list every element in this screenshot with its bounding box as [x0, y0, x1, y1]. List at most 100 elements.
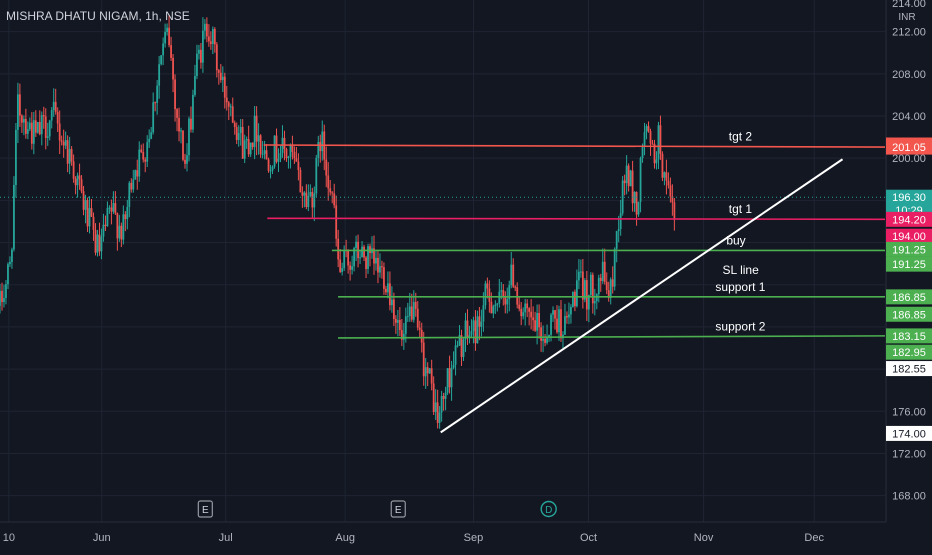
candle-body[interactable] [452, 364, 455, 368]
candle-body[interactable] [647, 126, 650, 132]
price-chart[interactable]: tgt 2 tgt 1 buy support 1 support 2 SL line 1… [0, 0, 932, 550]
candle-body[interactable] [655, 159, 658, 164]
candle-body[interactable] [540, 327, 542, 341]
candle-body[interactable] [490, 301, 493, 314]
candle-body[interactable] [627, 165, 630, 187]
candle-body[interactable] [422, 342, 425, 377]
candle-body[interactable] [11, 249, 13, 263]
candle-body[interactable] [534, 320, 537, 331]
candle-body[interactable] [355, 241, 357, 249]
candle-body[interactable] [140, 149, 143, 152]
price-axis[interactable]: 168.00 172.00 176.00 200.00 204.00 208.00 212.… [885, 0, 932, 550]
candle-body[interactable] [381, 266, 383, 268]
candle-body[interactable] [325, 159, 328, 176]
candle-body[interactable] [211, 29, 214, 44]
candle-body[interactable] [470, 331, 473, 336]
candle-body[interactable] [347, 250, 350, 266]
candle-body[interactable] [144, 159, 147, 162]
candle-body[interactable] [74, 178, 77, 186]
candle-body[interactable] [164, 32, 167, 44]
candle-body[interactable] [599, 277, 602, 281]
candle-body[interactable] [205, 23, 208, 37]
candle-body[interactable] [542, 338, 544, 341]
candle-body[interactable] [363, 246, 365, 258]
candle-body[interactable] [361, 246, 363, 258]
candle-body[interactable] [309, 191, 312, 196]
candle-body[interactable] [631, 170, 634, 204]
candle-body[interactable] [548, 334, 550, 337]
candle-body[interactable] [460, 335, 463, 358]
candle-body[interactable] [24, 118, 27, 134]
candle-body[interactable] [317, 141, 320, 158]
candle-body[interactable] [639, 157, 642, 202]
candle-body[interactable] [100, 236, 103, 252]
candle-body[interactable] [52, 101, 55, 111]
candle-body[interactable] [315, 157, 318, 194]
candle-body[interactable] [351, 266, 354, 270]
candle-body[interactable] [327, 175, 330, 189]
candle-body[interactable] [263, 150, 266, 154]
candle-body[interactable] [603, 261, 606, 282]
candle-body[interactable] [484, 283, 487, 306]
candle-body[interactable] [593, 301, 596, 304]
candle-body[interactable] [577, 271, 580, 281]
candle-body[interactable] [424, 367, 427, 377]
candle-body[interactable] [231, 106, 234, 123]
candle-body[interactable] [249, 142, 252, 155]
candle-body[interactable] [597, 277, 600, 295]
candle-body[interactable] [26, 129, 29, 134]
candle-body[interactable] [235, 127, 238, 140]
candle-body[interactable] [108, 207, 111, 209]
candle-body[interactable] [273, 135, 276, 167]
candle-body[interactable] [572, 291, 574, 307]
candle-body[interactable] [54, 101, 57, 112]
candle-body[interactable] [142, 151, 145, 160]
candle-body[interactable] [160, 55, 163, 65]
candle-body[interactable] [44, 116, 47, 138]
candle-body[interactable] [68, 149, 71, 164]
candle-body[interactable] [56, 111, 59, 124]
candle-body[interactable] [313, 193, 316, 208]
candle-body[interactable] [180, 130, 182, 132]
candle-body[interactable] [434, 402, 437, 412]
candle-body[interactable] [579, 271, 582, 273]
candle-body[interactable] [625, 165, 628, 184]
candle-body[interactable] [301, 192, 304, 196]
candle-body[interactable] [558, 309, 560, 333]
candle-body[interactable] [178, 117, 180, 132]
candle-body[interactable] [70, 149, 73, 162]
candle-body[interactable] [84, 200, 87, 210]
candle-body[interactable] [114, 203, 117, 214]
candle-body[interactable] [120, 225, 123, 240]
candle-body[interactable] [28, 122, 31, 130]
candle-body[interactable] [104, 224, 107, 227]
candle-body[interactable] [392, 299, 395, 319]
candle-body[interactable] [50, 110, 53, 121]
candle-body[interactable] [279, 153, 282, 159]
candle-body[interactable] [203, 23, 206, 31]
candle-body[interactable] [522, 312, 525, 317]
candle-body[interactable] [651, 143, 654, 145]
candle-body[interactable] [528, 308, 531, 312]
candle-body[interactable] [285, 149, 288, 159]
candle-body[interactable] [32, 120, 35, 144]
candle-body[interactable] [253, 115, 256, 148]
candle-body[interactable] [110, 207, 113, 212]
candle-body[interactable] [661, 153, 664, 178]
candle-body[interactable] [520, 308, 523, 317]
candle-body[interactable] [102, 224, 105, 237]
candle-body[interactable] [0, 290, 1, 306]
candle-body[interactable] [245, 139, 248, 141]
candle-body[interactable] [494, 304, 497, 307]
candle-body[interactable] [601, 261, 604, 281]
candle-body[interactable] [289, 145, 292, 157]
candle-body[interactable] [134, 170, 137, 180]
candle-body[interactable] [297, 161, 300, 170]
candle-body[interactable] [42, 115, 45, 117]
candle-body[interactable] [319, 141, 322, 152]
candle-body[interactable] [194, 75, 196, 95]
candle-body[interactable] [389, 283, 391, 306]
candle-body[interactable] [128, 182, 131, 207]
candle-body[interactable] [416, 308, 419, 328]
candle-body[interactable] [456, 345, 459, 347]
